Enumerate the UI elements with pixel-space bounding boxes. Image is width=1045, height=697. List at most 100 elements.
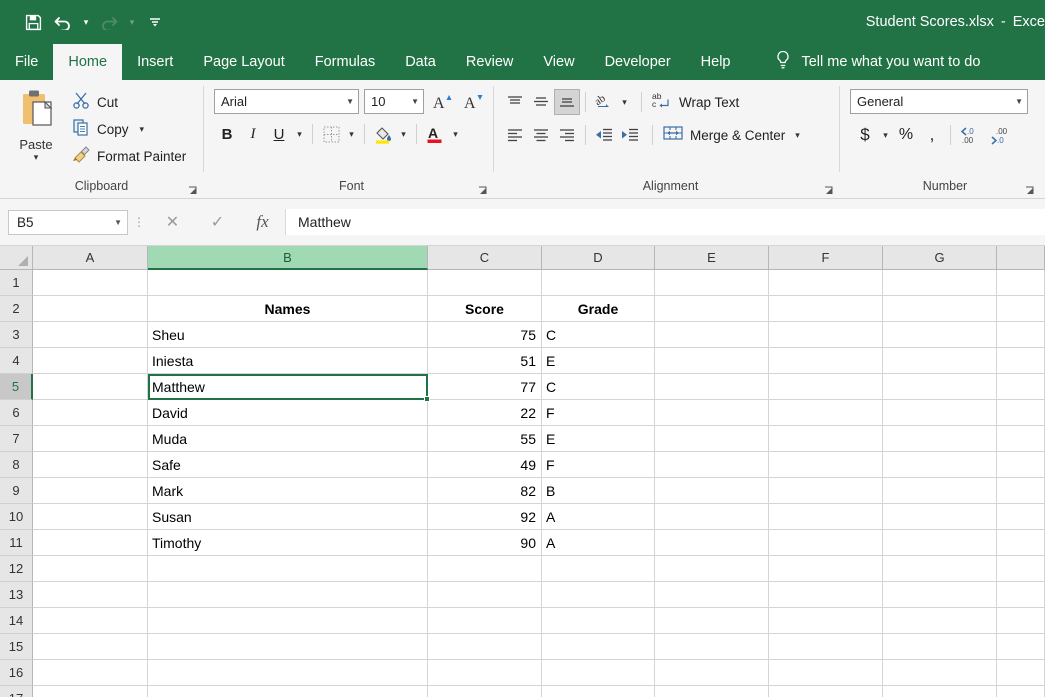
cell[interactable] xyxy=(997,556,1045,582)
cell[interactable] xyxy=(997,296,1045,322)
cell[interactable] xyxy=(33,530,148,556)
cell[interactable] xyxy=(883,530,997,556)
cell[interactable] xyxy=(997,426,1045,452)
cell[interactable] xyxy=(997,400,1045,426)
cell[interactable] xyxy=(883,452,997,478)
borders-dropdown-icon[interactable]: ▾ xyxy=(344,121,359,147)
cell[interactable] xyxy=(655,400,769,426)
cell[interactable] xyxy=(655,296,769,322)
cell-C9[interactable]: 82 xyxy=(428,478,542,504)
cell-B9[interactable]: Mark xyxy=(148,478,428,504)
cell[interactable] xyxy=(655,452,769,478)
cell[interactable] xyxy=(655,582,769,608)
merge-center-button[interactable]: Merge & Center ▾ xyxy=(662,123,800,148)
fill-color-dropdown-icon[interactable]: ▾ xyxy=(396,121,411,147)
cell-B7[interactable]: Muda xyxy=(148,426,428,452)
cell[interactable] xyxy=(769,530,883,556)
decrease-decimal-button[interactable]: .00.0 xyxy=(986,122,1016,148)
cell-D7[interactable]: E xyxy=(542,426,655,452)
clipboard-dialog-launcher-icon[interactable] xyxy=(187,185,199,197)
cell-D9[interactable]: B xyxy=(542,478,655,504)
column-header-b[interactable]: B xyxy=(148,246,428,270)
cell[interactable] xyxy=(997,582,1045,608)
bold-button[interactable]: B xyxy=(214,121,240,147)
column-header-c[interactable]: C xyxy=(428,246,542,270)
cell[interactable] xyxy=(769,686,883,697)
wrap-text-button[interactable]: abc Wrap Text xyxy=(651,90,739,115)
cell-D4[interactable]: E xyxy=(542,348,655,374)
cell[interactable] xyxy=(33,634,148,660)
align-right-button[interactable] xyxy=(554,122,580,148)
cell[interactable] xyxy=(769,478,883,504)
cell[interactable] xyxy=(428,582,542,608)
column-header-d[interactable]: D xyxy=(542,246,655,270)
cell[interactable] xyxy=(148,270,428,296)
number-format-combo[interactable]: General ▼ xyxy=(850,89,1028,114)
cut-button[interactable]: Cut xyxy=(72,90,192,114)
currency-button[interactable]: $ xyxy=(852,122,878,148)
tab-help[interactable]: Help xyxy=(686,44,746,80)
currency-dropdown-icon[interactable]: ▾ xyxy=(878,122,893,148)
cell[interactable] xyxy=(148,634,428,660)
cell-C4[interactable]: 51 xyxy=(428,348,542,374)
cell[interactable] xyxy=(883,660,997,686)
cell[interactable] xyxy=(33,296,148,322)
align-top-button[interactable] xyxy=(502,89,528,115)
cell[interactable] xyxy=(883,504,997,530)
row-header-8[interactable]: 8 xyxy=(0,452,33,478)
cell[interactable] xyxy=(655,374,769,400)
cell-B2[interactable]: Names xyxy=(148,296,428,322)
tab-insert[interactable]: Insert xyxy=(122,44,188,80)
row-header-9[interactable]: 9 xyxy=(0,478,33,504)
increase-font-size-button[interactable]: A xyxy=(429,89,455,114)
row-header-16[interactable]: 16 xyxy=(0,660,33,686)
tab-formulas[interactable]: Formulas xyxy=(300,44,390,80)
paste-button[interactable]: Paste ▾ xyxy=(0,86,72,162)
cell[interactable] xyxy=(883,582,997,608)
number-dialog-launcher-icon[interactable] xyxy=(1024,185,1036,197)
row-header-17[interactable]: 17 xyxy=(0,686,33,697)
align-center-button[interactable] xyxy=(528,122,554,148)
format-painter-button[interactable]: Format Painter xyxy=(72,144,192,168)
cell[interactable] xyxy=(33,504,148,530)
row-header-1[interactable]: 1 xyxy=(0,270,33,296)
cell[interactable] xyxy=(655,660,769,686)
increase-indent-button[interactable] xyxy=(617,122,643,148)
tell-me-box[interactable]: Tell me what you want to do xyxy=(775,44,980,80)
decrease-font-size-button[interactable]: A xyxy=(460,89,486,114)
cell[interactable] xyxy=(655,634,769,660)
cell[interactable] xyxy=(542,608,655,634)
cell[interactable] xyxy=(769,608,883,634)
cell-D3[interactable]: C xyxy=(542,322,655,348)
row-header-3[interactable]: 3 xyxy=(0,322,33,348)
cell[interactable] xyxy=(769,582,883,608)
cell[interactable] xyxy=(997,634,1045,660)
cell[interactable] xyxy=(33,426,148,452)
copy-dropdown-icon[interactable]: ▾ xyxy=(140,124,145,135)
cell[interactable] xyxy=(769,660,883,686)
cell[interactable] xyxy=(655,322,769,348)
cell-D6[interactable]: F xyxy=(542,400,655,426)
cell[interactable] xyxy=(33,686,148,697)
font-dialog-launcher-icon[interactable] xyxy=(477,185,489,197)
cell[interactable] xyxy=(997,374,1045,400)
font-size-combo[interactable]: 10 ▼ xyxy=(364,89,424,114)
cell[interactable] xyxy=(769,556,883,582)
cell[interactable] xyxy=(883,426,997,452)
cell[interactable] xyxy=(997,660,1045,686)
column-header-blank[interactable] xyxy=(997,246,1045,270)
cell[interactable] xyxy=(33,582,148,608)
cell[interactable] xyxy=(148,582,428,608)
cell[interactable] xyxy=(883,686,997,697)
column-header-e[interactable]: E xyxy=(655,246,769,270)
text-orientation-dropdown-icon[interactable]: ▾ xyxy=(617,89,632,115)
cell[interactable] xyxy=(148,660,428,686)
cell[interactable] xyxy=(428,270,542,296)
merge-center-dropdown-icon[interactable]: ▾ xyxy=(795,130,800,141)
name-box[interactable]: B5 ▼ xyxy=(8,210,128,235)
copy-button[interactable]: Copy ▾ xyxy=(72,117,192,141)
cell-C3[interactable]: 75 xyxy=(428,322,542,348)
cell[interactable] xyxy=(33,400,148,426)
cell[interactable] xyxy=(769,634,883,660)
tab-home[interactable]: Home xyxy=(53,44,122,80)
